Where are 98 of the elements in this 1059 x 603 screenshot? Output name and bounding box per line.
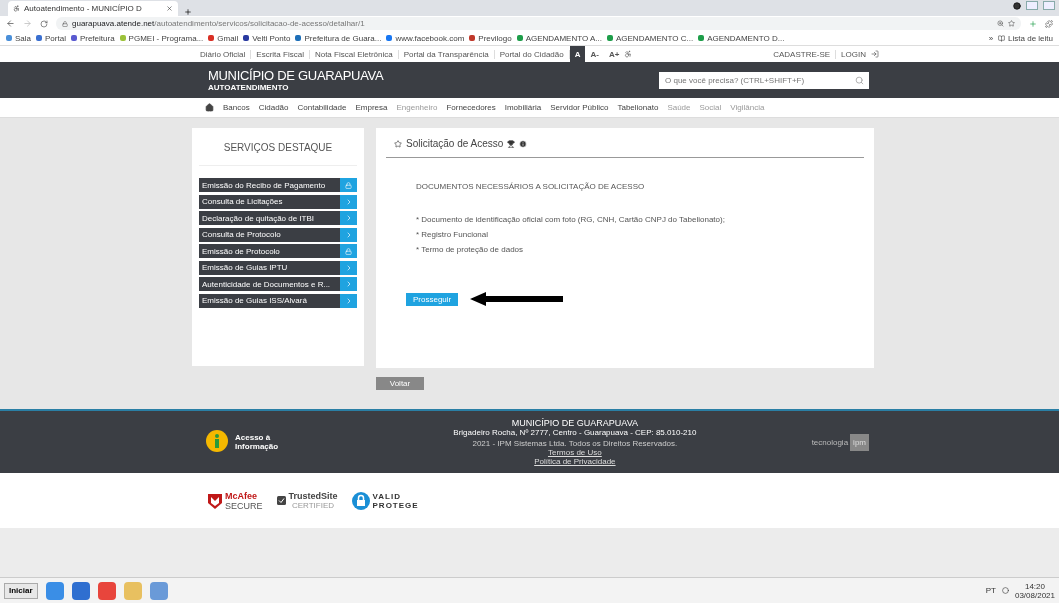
language-indicator[interactable]: PT [985, 586, 996, 595]
seal-label: SECURE [225, 500, 263, 511]
service-link[interactable]: Emissão do Recibo de Pagamento [199, 178, 357, 192]
service-link[interactable]: Consulta de Protocolo [199, 227, 357, 242]
app-taskbar-icon[interactable] [71, 581, 90, 600]
bookmark-star-icon[interactable] [1008, 20, 1015, 27]
footer-address: Brigadeiro Rocha, Nº 2777, Centro - Guarapuava - CEP: 85.010-210 [453, 428, 697, 437]
address-field[interactable]: guarapuava.atende.net/autoatendimento/servicos/solicitacao-de-acesso/detalhar/1 [56, 17, 1021, 30]
top-link[interactable]: Diário Oficial [195, 49, 252, 59]
document-item: * Documento de identificação oficial com foto (RG, CNH, Cartão CNPJ do Tabelionato); [416, 215, 726, 224]
tech-label: tecnologia [811, 437, 849, 447]
nav-item[interactable]: Cidadão [258, 103, 289, 112]
seal-label: McAfee [225, 490, 258, 501]
document-item: * Registro Funcional [416, 230, 490, 239]
maximize-button[interactable] [1043, 1, 1055, 10]
shield-icon [208, 492, 222, 509]
seal-label: PROTEGE [372, 500, 419, 510]
register-link[interactable]: CADASTRE-SE [768, 49, 837, 59]
seal-label: CERTIFIED [292, 501, 335, 510]
documents-heading: DOCUMENTOS NECESSÁRIOS A SOLICITAÇÃO DE ACESSO [416, 182, 646, 191]
reading-list-icon [998, 34, 1006, 42]
nav-item[interactable]: Tabelionato [617, 103, 659, 112]
clock[interactable]: 14:20 03/08/2021 [1014, 581, 1055, 600]
tab-title: Autoatendimento - MUNICÍPIO D [24, 4, 143, 13]
accessibility-icon[interactable] [624, 50, 633, 58]
document-item: * Termo de proteção de dados [416, 245, 525, 254]
profile-icon[interactable] [1013, 1, 1021, 10]
new-tab-icon[interactable] [184, 8, 192, 16]
service-link[interactable]: Autenticidade de Documentos e R... [199, 277, 357, 291]
service-link[interactable]: Consulta de Licitações [199, 194, 357, 209]
search-field[interactable]: O que você precisa? (CTRL+SHIFT+F) [659, 71, 869, 89]
bookmark[interactable]: www.facebook.com [386, 33, 465, 43]
service-link[interactable]: Emissão de Guias ISS/Alvará [199, 293, 357, 308]
checkbox-icon [276, 496, 286, 505]
font-control[interactable]: A [569, 46, 586, 62]
padlock-icon [351, 491, 370, 510]
info-icon[interactable] [519, 139, 528, 148]
page-title: Solicitação de Acesso [406, 138, 504, 149]
top-link[interactable]: Portal do Cidadão [494, 49, 570, 59]
nav-item[interactable]: Bancos [223, 103, 250, 112]
zoom-icon[interactable] [997, 20, 1004, 27]
tab-favicon-icon [13, 5, 20, 12]
bookmark[interactable]: Prefeitura de Guara... [295, 33, 382, 43]
minimize-button[interactable] [1026, 1, 1038, 10]
reload-icon[interactable] [40, 19, 48, 28]
nav-item[interactable]: Empresa [355, 103, 388, 112]
service-link[interactable]: Emissão de Protocolo [199, 244, 357, 258]
extensions-icon[interactable] [1045, 19, 1053, 28]
access-info-label[interactable]: Acesso à Informação [235, 433, 279, 451]
bookmark[interactable]: Previlogo [469, 33, 512, 43]
url-text: guarapuava.atende.net/autoatendimento/servicos/solicitacao-de-acesso/detalhar/1 [72, 19, 365, 28]
top-link[interactable]: Escrita Fiscal [251, 49, 310, 59]
bookmark[interactable]: Sala [6, 33, 31, 43]
trophy-icon [507, 139, 516, 148]
bookmark[interactable]: Portal [36, 33, 66, 43]
bookmark[interactable]: Gmail [208, 33, 239, 43]
sidebar-title: SERVIÇOS DESTAQUE [199, 128, 357, 166]
back-button[interactable]: Voltar [376, 377, 424, 390]
bookmark[interactable]: Prefeitura [70, 33, 115, 43]
ipm-logo: ipm [850, 433, 869, 451]
nav-item[interactable]: Imobiliária [504, 103, 542, 112]
home-icon[interactable] [205, 103, 214, 112]
top-link[interactable]: Portal da Transparência [398, 49, 495, 59]
tray-icon[interactable] [1001, 587, 1009, 594]
search-icon[interactable] [855, 75, 864, 85]
service-link[interactable]: Declaração de quitação de ITBI [199, 211, 357, 225]
extension-icon[interactable] [1029, 19, 1037, 28]
login-link[interactable]: LOGIN [836, 49, 871, 59]
seal-label: TrustedSite [288, 491, 338, 501]
bookmark[interactable]: AGENDAMENTO A... [516, 33, 602, 43]
seal-label: VALID [372, 491, 402, 501]
top-link[interactable]: Nota Fiscal Eletrônica [309, 49, 399, 59]
browser-tab[interactable]: Autoatendimento - MUNICÍPIO D [8, 1, 178, 16]
font-control[interactable]: A+ [603, 46, 625, 62]
info-balloon-icon[interactable] [205, 430, 229, 454]
start-button[interactable]: Iniciar [4, 582, 38, 599]
nav-item[interactable]: Fornecedores [446, 103, 496, 112]
close-icon[interactable] [166, 5, 173, 12]
nav-item[interactable]: Contabilidade [297, 103, 347, 112]
bookmark[interactable]: Velti Ponto [243, 33, 291, 43]
font-control[interactable]: A- [585, 46, 604, 62]
footer-copyright: 2021 - IPM Sistemas Ltda. Todos os Direitos Reservados. [472, 439, 678, 448]
more-bookmarks[interactable]: » [988, 33, 994, 43]
lock-icon [62, 20, 68, 27]
bookmark[interactable]: AGENDAMENTO D... [698, 33, 785, 43]
reading-list[interactable]: Lista de leitu [998, 33, 1053, 43]
site-title: MUNICÍPIO DE GUARAPUAVA [208, 68, 384, 83]
nav-item[interactable]: Servidor Público [550, 103, 609, 112]
footer-link[interactable]: Política de Privacidade [534, 457, 616, 466]
service-link[interactable]: Emissão de Guias IPTU [199, 260, 357, 275]
footer-link[interactable]: Termos de Uso [547, 448, 602, 457]
back-icon[interactable] [6, 19, 15, 28]
site-subtitle: AUTOATENDIMENTO [208, 83, 290, 92]
footer-org: MUNICÍPIO DE GUARAPUAVA [511, 418, 638, 428]
bookmark[interactable]: PGMEI - Programa... [119, 33, 204, 43]
login-icon[interactable] [871, 50, 879, 58]
bookmark[interactable]: AGENDAMENTO C... [606, 33, 694, 43]
favorite-star-icon[interactable] [394, 139, 402, 148]
